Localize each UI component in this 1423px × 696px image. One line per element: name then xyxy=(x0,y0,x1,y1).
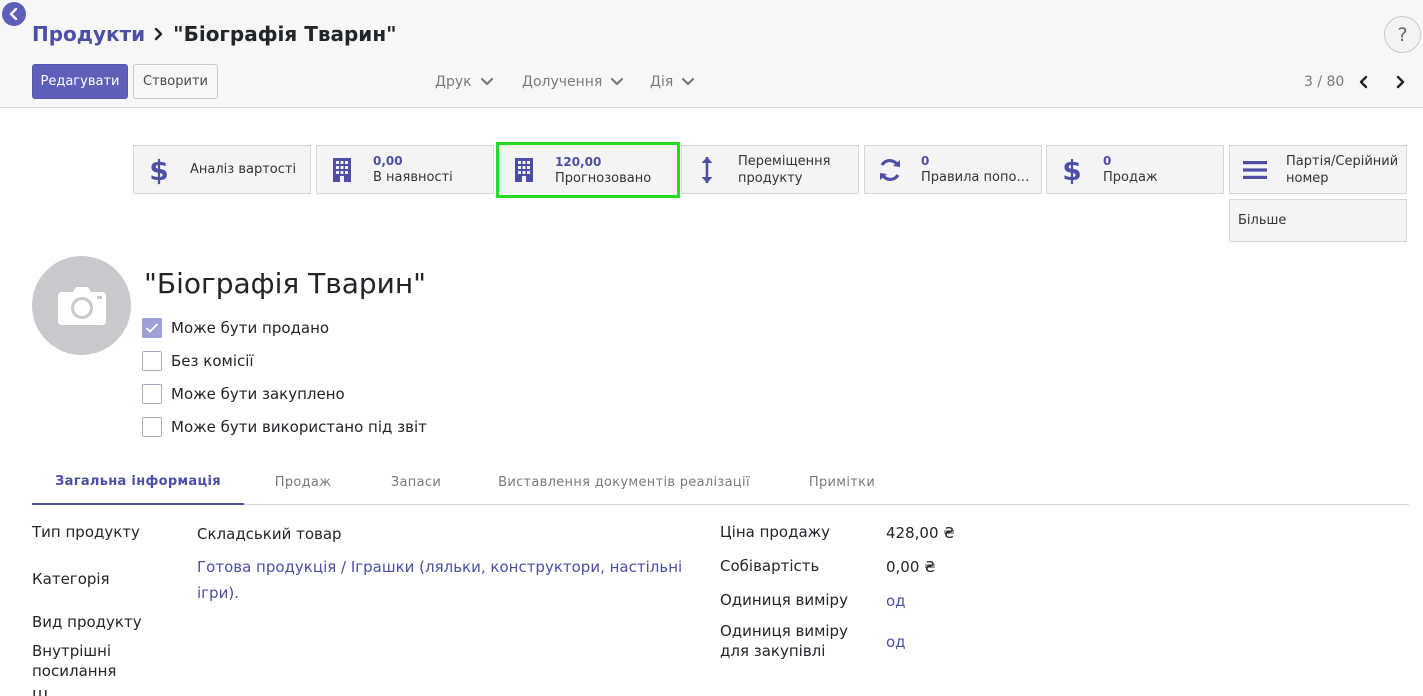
building-icon xyxy=(317,157,367,183)
category-value-line2[interactable]: ігри). xyxy=(197,580,239,606)
sale-price-value[interactable]: 428,00 ₴ xyxy=(886,520,955,546)
sales-value: 0 xyxy=(1103,154,1112,168)
product-moves-label-line1: Переміщення xyxy=(738,153,831,169)
category-value-line1[interactable]: Готова продукція / Іграшки (ляльки, конс… xyxy=(197,554,682,580)
forecasted-value: 120,00 xyxy=(555,154,602,169)
more-button[interactable]: Більше xyxy=(1229,199,1407,242)
category-label: Категорія xyxy=(32,570,110,588)
pager-value[interactable]: 3 / 80 xyxy=(1304,70,1344,94)
sales-button[interactable]: $ 0 Продаж xyxy=(1046,145,1224,194)
pager-previous-button[interactable] xyxy=(1352,70,1376,94)
internal-reference-label-line1: Внутрішні xyxy=(32,642,112,660)
can-be-purchased-checkbox[interactable]: Може бути закуплено xyxy=(142,383,345,405)
sales-label: Продаж xyxy=(1103,170,1158,185)
tab-notes[interactable]: Примітки xyxy=(800,460,884,505)
purchase-uom-label-line1: Одиниця виміру xyxy=(720,622,848,640)
back-button[interactable] xyxy=(2,2,26,26)
can-be-expensed-label: Може бути використано під звіт xyxy=(171,418,427,436)
product-image[interactable] xyxy=(32,256,131,355)
arrows-vertical-icon xyxy=(682,155,732,185)
chevron-down-icon xyxy=(480,77,494,87)
reordering-rules-label: Правила поповн... xyxy=(921,170,1037,185)
product-moves-label-line2: продукту xyxy=(738,170,803,186)
tab-sales[interactable]: Продаж xyxy=(264,460,342,505)
cost-value[interactable]: 0,00 ₴ xyxy=(886,554,936,580)
breadcrumb-products-link[interactable]: Продукти xyxy=(32,20,145,48)
sale-price-label: Ціна продажу xyxy=(720,523,831,541)
reordering-rules-value: 0 xyxy=(921,154,930,168)
checkbox-unchecked[interactable] xyxy=(142,384,162,404)
help-button[interactable]: ? xyxy=(1384,16,1421,53)
reordering-rules-button[interactable]: 0 Правила поповн... xyxy=(864,145,1042,194)
create-button[interactable]: Створити xyxy=(133,64,218,99)
can-be-expensed-checkbox[interactable]: Може бути використано під звіт xyxy=(142,416,427,438)
can-be-sold-checkbox[interactable]: Може бути продано xyxy=(142,317,329,339)
pager-next-button[interactable] xyxy=(1388,70,1412,94)
cost-analysis-button[interactable]: $ Аналіз вартості xyxy=(133,145,311,194)
chevron-down-icon xyxy=(610,77,624,87)
breadcrumb: Продукти "Біографія Тварин" xyxy=(32,20,397,48)
svg-text:$: $ xyxy=(1063,155,1081,185)
on-hand-value: 0,00 xyxy=(373,154,403,168)
checkbox-checked[interactable] xyxy=(142,318,162,338)
lots-serial-label-line1: Партія/Серійний xyxy=(1286,153,1399,169)
internal-reference-label-line2: посилання xyxy=(32,662,117,680)
product-type-value[interactable]: Складський товар xyxy=(197,521,342,547)
control-panel: Продукти "Біографія Тварин" ? Редагувати… xyxy=(0,0,1423,108)
product-type-label: Тип продукту xyxy=(32,523,140,541)
on-hand-button[interactable]: 0,00 В наявності xyxy=(316,145,494,194)
uom-label: Одиниця виміру xyxy=(720,591,848,609)
forecasted-label: Прогнозовано xyxy=(555,170,652,186)
no-commission-label: Без комісії xyxy=(171,352,254,370)
lots-serial-label-line2: номер xyxy=(1286,170,1329,186)
notebook-tabs: Загальна інформація Продаж Запаси Вистав… xyxy=(32,460,1409,505)
chevron-down-icon xyxy=(681,77,695,87)
tab-invoicing[interactable]: Виставлення документів реалізації xyxy=(492,460,756,505)
tab-general-information[interactable]: Загальна інформація xyxy=(32,460,244,505)
chevron-right-icon xyxy=(153,27,165,41)
list-icon xyxy=(1230,160,1280,180)
dollar-icon: $ xyxy=(134,155,184,185)
forecasted-button[interactable]: 120,00 Прогнозовано xyxy=(496,142,680,198)
breadcrumb-current: "Біографія Тварин" xyxy=(173,22,397,46)
on-hand-label: В наявності xyxy=(373,170,453,185)
edit-button[interactable]: Редагувати xyxy=(32,64,128,99)
product-moves-button[interactable]: Переміщення продукту xyxy=(681,145,859,194)
chevron-left-icon xyxy=(1359,75,1368,89)
no-commission-checkbox[interactable]: Без комісії xyxy=(142,350,254,372)
print-dropdown-label: Друк xyxy=(435,74,472,90)
chevron-left-icon xyxy=(9,8,18,20)
refresh-icon xyxy=(865,157,915,183)
checkbox-unchecked[interactable] xyxy=(142,417,162,437)
lots-serial-button[interactable]: Партія/Серійний номер xyxy=(1229,145,1407,194)
dollar-icon: $ xyxy=(1047,155,1097,185)
cost-analysis-label: Аналіз вартості xyxy=(190,162,297,177)
purchase-uom-value[interactable]: од xyxy=(886,629,906,655)
action-dropdown[interactable]: Дія xyxy=(650,70,695,94)
cost-label: Собівартість xyxy=(720,557,820,575)
chevron-right-icon xyxy=(1396,75,1405,89)
camera-icon xyxy=(57,286,106,325)
building-icon xyxy=(499,157,549,183)
attachment-dropdown[interactable]: Долучення xyxy=(522,70,624,94)
svg-text:$: $ xyxy=(150,155,168,185)
product-kind-label: Вид продукту xyxy=(32,613,142,631)
action-dropdown-label: Дія xyxy=(650,74,674,90)
can-be-purchased-label: Може бути закуплено xyxy=(171,385,345,403)
check-icon xyxy=(145,323,159,333)
print-dropdown[interactable]: Друк xyxy=(435,70,494,94)
uom-value[interactable]: од xyxy=(886,588,906,614)
product-title: "Біографія Тварин" xyxy=(144,267,427,300)
can-be-sold-label: Може бути продано xyxy=(171,319,330,337)
attachment-dropdown-label: Долучення xyxy=(522,74,603,90)
purchase-uom-label-line2: для закупівлі xyxy=(720,642,826,660)
checkbox-unchecked[interactable] xyxy=(142,351,162,371)
tab-inventory[interactable]: Запаси xyxy=(382,460,450,505)
barcode-label-cut: Ш... xyxy=(32,687,63,696)
